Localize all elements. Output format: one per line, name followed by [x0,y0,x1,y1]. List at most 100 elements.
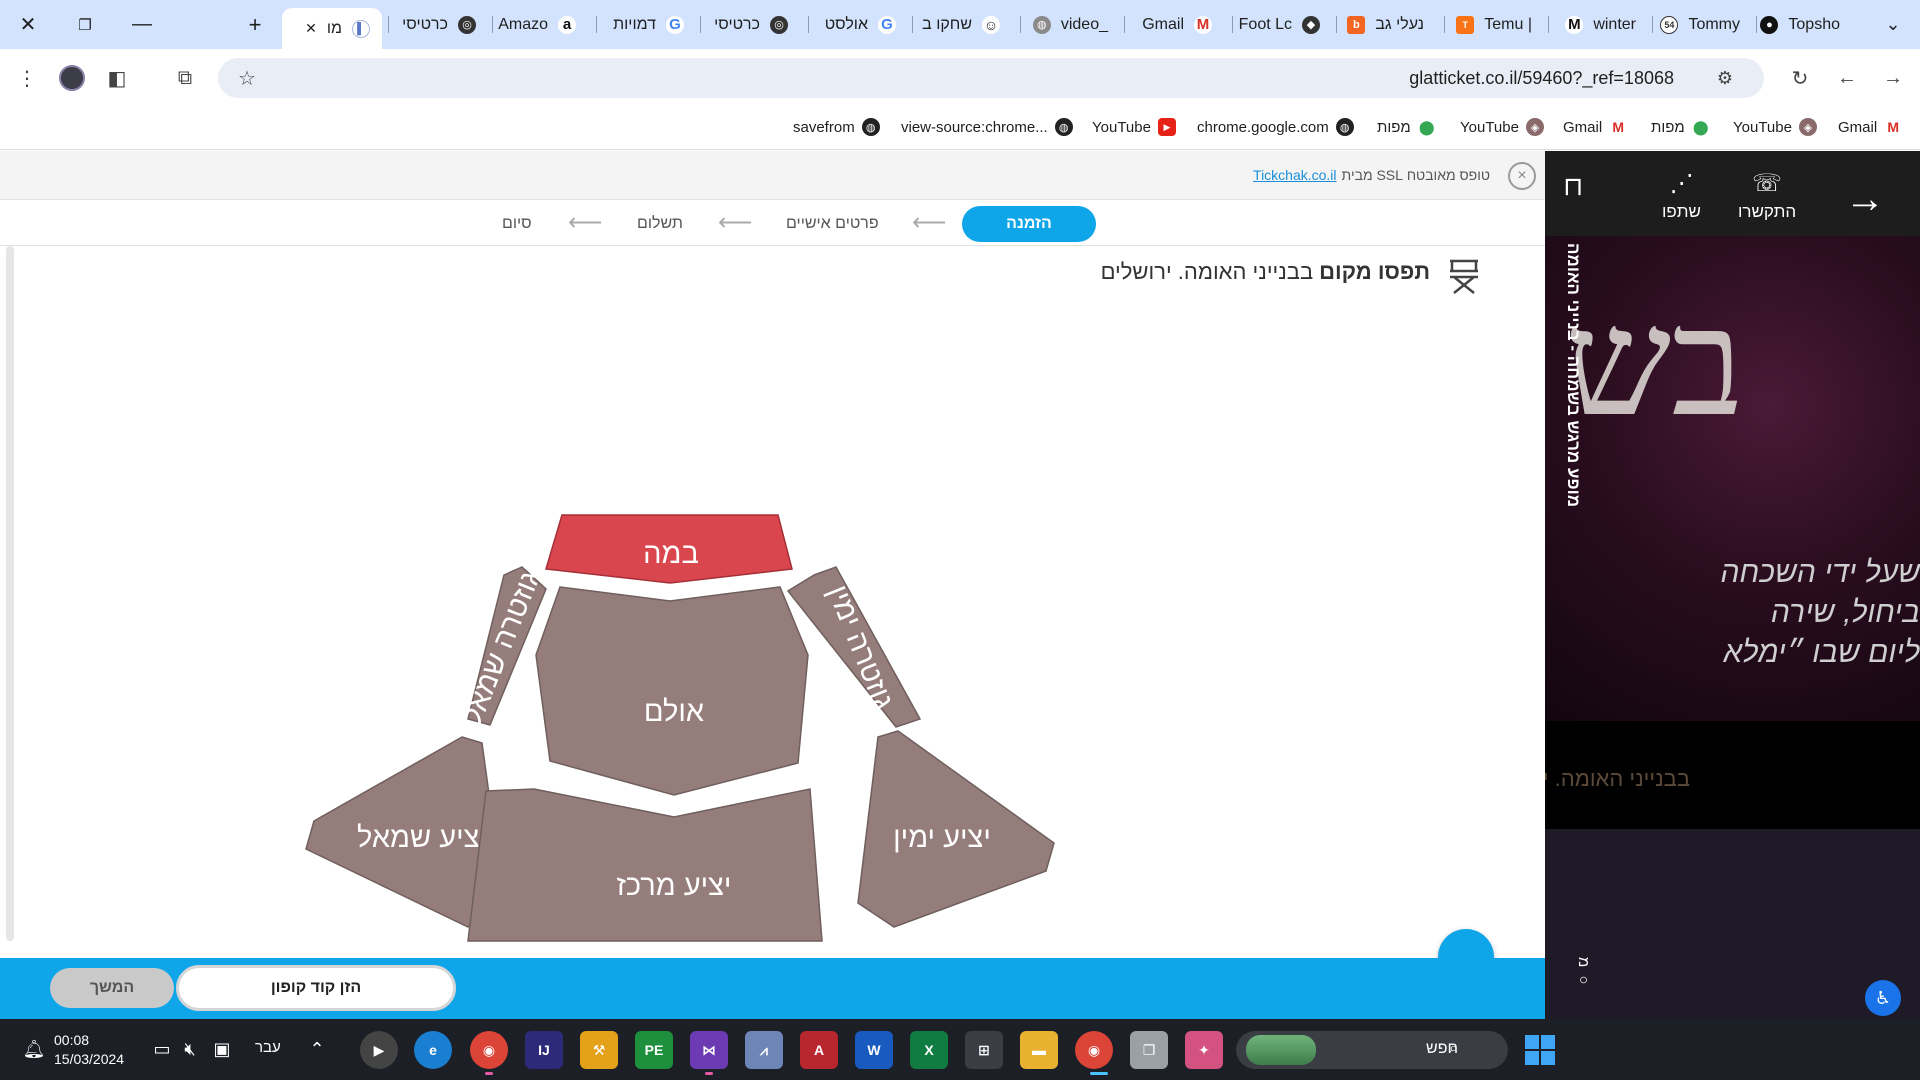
section-stage[interactable]: במה [545,514,793,584]
call-button[interactable]: ☏ התקשרו [1738,169,1796,222]
menu-icon[interactable]: ⋮ [10,61,44,95]
close-icon[interactable]: × [1508,162,1536,190]
tray-clock[interactable]: 00:08 15/03/2024 [54,1031,124,1069]
bookmark-item[interactable]: מפות ⬤ [1651,118,1710,136]
extensions-icon[interactable]: ⧉ [168,61,202,95]
bookmark-label: YouTube [1733,118,1792,136]
display-icon[interactable]: ▣ [210,1037,234,1061]
battery-icon[interactable]: ▭ [150,1037,174,1061]
step-finish[interactable]: סיום [502,215,532,233]
tab[interactable]: כרטיסי ◎ [700,8,800,41]
cart-button[interactable]: ⊓ [1563,171,1583,202]
tab[interactable]: אולסט G [808,8,908,41]
intellij-icon[interactable]: IJ [525,1031,563,1069]
bookmark-item[interactable]: savefrom ◍ [793,118,880,136]
new-tab-icon[interactable]: + [228,0,282,49]
bookmark-item[interactable]: Gmail M [1838,118,1903,136]
bookmark-item[interactable]: YouTube ◈ [1460,118,1544,136]
tab[interactable]: דמויות G [596,8,696,41]
arrow-right-icon[interactable]: → [1845,177,1885,222]
section-balcony-left[interactable]: גוזטרה שמאל [456,566,547,729]
minimize-window-icon[interactable]: — [115,0,169,49]
site-settings-icon[interactable]: ⚙ [1708,61,1742,95]
access-icon[interactable]: A [800,1031,838,1069]
ssl-link[interactable]: Tickchak.co.il [1253,167,1337,183]
edge-icon[interactable]: e [414,1031,452,1069]
event-hero: בש שעל ידי השכחה ביחול, שירה ליום שבו ״י… [1545,236,1920,721]
tab-separator [1124,16,1125,33]
page-scrollbar[interactable] [6,246,14,941]
bookmark-item[interactable]: Gmail M [1563,118,1628,136]
section-gallery-right[interactable]: יציע ימין [857,730,1055,928]
section-gallery-center[interactable]: יציע מרכז [467,788,823,942]
profile-avatar-icon[interactable] [55,61,89,95]
tab[interactable]: T Temu | [1444,8,1544,41]
bookmark-label: chrome.google.com [1197,118,1329,136]
tab[interactable]: Amazo a [492,8,588,41]
tray-overflow-chevron-icon[interactable]: ⌃ [305,1037,329,1061]
step-order[interactable]: הזמנה [962,206,1096,242]
bookmark-item[interactable]: YouTube ▶ [1092,118,1176,136]
seat-map: במה אולם גוזטרה שמאל גוזטרה ימין יציע שמ… [305,514,1055,942]
notification-bell-icon[interactable]: 🔔︎ [22,1037,46,1061]
tab[interactable]: ● Topsho [1756,8,1852,41]
close-window-icon[interactable]: ✕ [1,0,55,49]
accessibility-icon[interactable]: ♿ [1865,980,1901,1016]
input-language[interactable]: עבר [255,1039,281,1056]
share-label: שתפו [1662,202,1701,221]
tab[interactable]: 54 Tommy [1652,8,1752,41]
store-icon[interactable]: ⊞ [965,1031,1003,1069]
tab[interactable]: Gmail M [1124,8,1224,41]
gmail-icon: M [1884,118,1903,136]
globe-favicon-icon: ◍ [1032,15,1051,34]
section-stage-label: במה [643,538,699,570]
task-view-icon[interactable]: ❐ [1130,1031,1168,1069]
bookmark-star-icon[interactable]: ☆ [230,61,264,95]
forward-icon[interactable]: → [1876,61,1910,95]
side-panel-icon[interactable]: ◧ [100,61,134,95]
speaker-muted-icon[interactable]: 🔇︎ [178,1037,202,1061]
google-favicon-icon: G [878,15,896,34]
chrome-profile-icon[interactable]: ◉ [470,1031,508,1069]
url-text[interactable]: glatticket.co.il/59460?_ref=18068 [1409,68,1674,89]
bookmark-item[interactable]: YouTube ◈ [1733,118,1817,136]
section-balcony-right[interactable]: גוזטרה ימין [786,566,922,728]
chrome-icon[interactable]: ◉ [1075,1031,1113,1069]
excel-icon[interactable]: X [910,1031,948,1069]
tab[interactable]: ◍ video_ [1020,8,1120,41]
visual-studio-icon[interactable]: ⋈ [690,1031,728,1069]
section-hall[interactable]: אולם [535,586,809,796]
restore-window-icon[interactable]: ❐ [58,0,112,49]
tab[interactable]: שחקו ב ☺ [912,8,1012,41]
tab[interactable]: Foot Lc ◆ [1232,8,1332,41]
file-explorer-icon[interactable]: ▬ [1020,1031,1058,1069]
omnibox[interactable]: ☆ glatticket.co.il/59460?_ref=18068 ⚙ [218,58,1764,98]
tab[interactable]: b נעלי גב [1336,8,1436,41]
tab-search-icon[interactable]: ⌄ [1866,0,1920,49]
back-icon[interactable]: ← [1830,61,1864,95]
tools-icon[interactable]: ⚒ [580,1031,618,1069]
taskbar-search[interactable]: חפש ⌕ [1236,1031,1508,1069]
venue-title: תפסו מקום בבנייני האומה. ירושלים [1101,259,1430,285]
copilot-icon[interactable]: ✦ [1185,1031,1223,1069]
windows-start-icon[interactable] [1525,1035,1555,1065]
share-button[interactable]: ⋰ שתפו [1662,169,1701,222]
bookmark-item[interactable]: מפות ⬤ [1377,118,1436,136]
pycharm-icon[interactable]: PE [635,1031,673,1069]
ssl-notice: טופס מאובטח SSL מבית Tickchak.co.il [1253,167,1490,183]
step-payment[interactable]: תשלום [637,215,683,233]
enter-coupon-button[interactable]: הזן קוד קופון [176,965,456,1011]
tab[interactable]: כרטיסי ◎ [388,8,488,41]
bookmark-item[interactable]: view-source:chrome... ◍ [901,118,1073,136]
search-icon: ⌕ [1449,1040,1458,1057]
tab[interactable]: Mwinter [1548,8,1648,41]
word-icon[interactable]: W [855,1031,893,1069]
tab-active[interactable]: ✕ מו ▌ [282,8,382,49]
step-personal-details[interactable]: פרטים אישיים [786,215,879,233]
chart-app-icon[interactable]: ⩘ [745,1031,783,1069]
continue-button[interactable]: המשך [50,968,174,1008]
tab-close-icon[interactable]: ✕ [305,20,317,37]
bookmark-item[interactable]: chrome.google.com ◍ [1197,118,1354,136]
reload-icon[interactable]: ↻ [1783,61,1817,95]
media-player-icon[interactable]: ▶ [360,1031,398,1069]
